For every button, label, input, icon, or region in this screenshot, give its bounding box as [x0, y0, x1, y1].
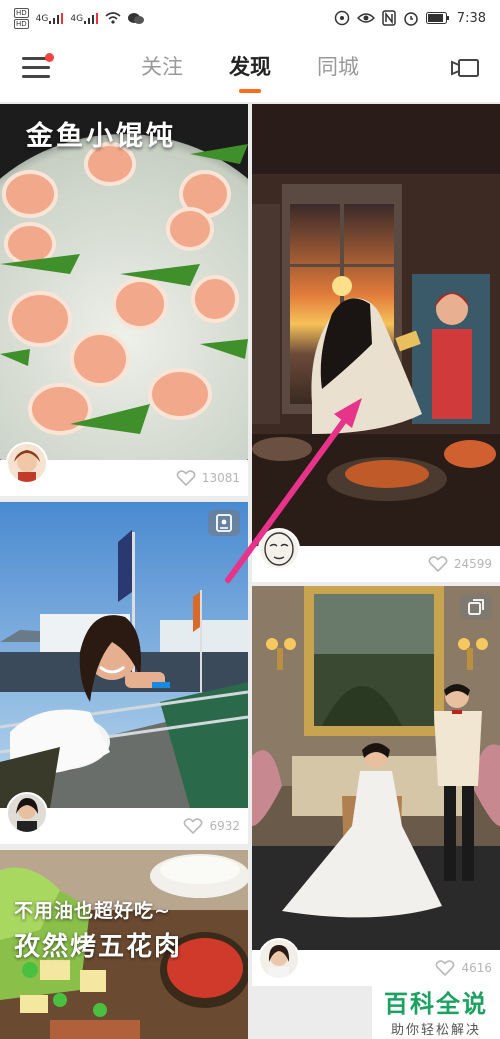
- multi-image-badge: [460, 594, 492, 620]
- signal-sim1: 4G: [36, 12, 64, 24]
- wifi-icon: [105, 12, 121, 24]
- watermark-slogan: 助你轻松解决: [390, 1023, 481, 1038]
- feed-card[interactable]: 金鱼小馄饨 13081: [0, 104, 248, 496]
- wechat-icon: [128, 12, 145, 24]
- top-nav: 关注 发现 同城: [0, 36, 500, 102]
- feed-card[interactable]: 不用油也超好吃~ 孜然烤五花肉: [0, 850, 248, 1039]
- card-image: [252, 586, 500, 950]
- tab-follow[interactable]: 关注: [141, 51, 183, 87]
- signal-icon: [84, 12, 99, 24]
- card-footer: 4616: [252, 950, 500, 986]
- menu-button[interactable]: [22, 53, 54, 79]
- like-count: 13081: [201, 471, 240, 485]
- tab-nearby[interactable]: 同城: [317, 51, 359, 87]
- cast-icon[interactable]: [450, 57, 480, 79]
- tab-bar: 关注 发现 同城: [141, 51, 359, 93]
- card-image: [252, 104, 500, 546]
- card-footer: 6932: [0, 808, 248, 844]
- clock: 7:38: [456, 10, 486, 26]
- card-title-line2: 孜然烤五花肉: [14, 932, 183, 962]
- card-title-line1: 不用油也超好吃~: [14, 900, 171, 922]
- hd-icon: HD HD: [14, 7, 29, 29]
- heart-icon[interactable]: [183, 817, 203, 835]
- card-footer: 13081: [0, 460, 248, 496]
- alarm-icon: [404, 12, 418, 26]
- battery-icon: [425, 12, 449, 24]
- heart-icon[interactable]: [435, 959, 455, 977]
- tab-discover[interactable]: 发现: [229, 51, 271, 93]
- photo-album-badge: [208, 510, 240, 536]
- card-footer: 24599: [252, 546, 500, 582]
- card-image: [0, 104, 248, 460]
- eye-comfort-icon: [334, 10, 350, 26]
- feed-card[interactable]: 24599: [252, 104, 500, 582]
- card-title: 金鱼小馄饨: [26, 121, 176, 152]
- like-count: 6932: [209, 819, 240, 833]
- feed-card[interactable]: 6932: [0, 502, 248, 844]
- album-icon: [216, 514, 232, 532]
- watermark: 百科全说 助你轻松解决: [372, 983, 500, 1039]
- card-image: [0, 502, 248, 808]
- heart-icon[interactable]: [428, 555, 448, 573]
- eye-icon: [356, 13, 375, 23]
- signal-sim2: 4G: [70, 12, 99, 24]
- nfc-icon: [382, 10, 396, 26]
- like-count: 4616: [461, 961, 492, 975]
- watermark-brand: 百科全说: [384, 990, 488, 1018]
- gallery-icon: [468, 599, 484, 615]
- heart-icon[interactable]: [176, 469, 196, 487]
- signal-icon: [49, 12, 64, 24]
- notification-dot: [45, 53, 54, 62]
- feed-card[interactable]: 4616: [252, 586, 500, 986]
- status-bar: HD HD 4G 4G 7:38: [0, 0, 500, 36]
- like-count: 24599: [453, 557, 492, 571]
